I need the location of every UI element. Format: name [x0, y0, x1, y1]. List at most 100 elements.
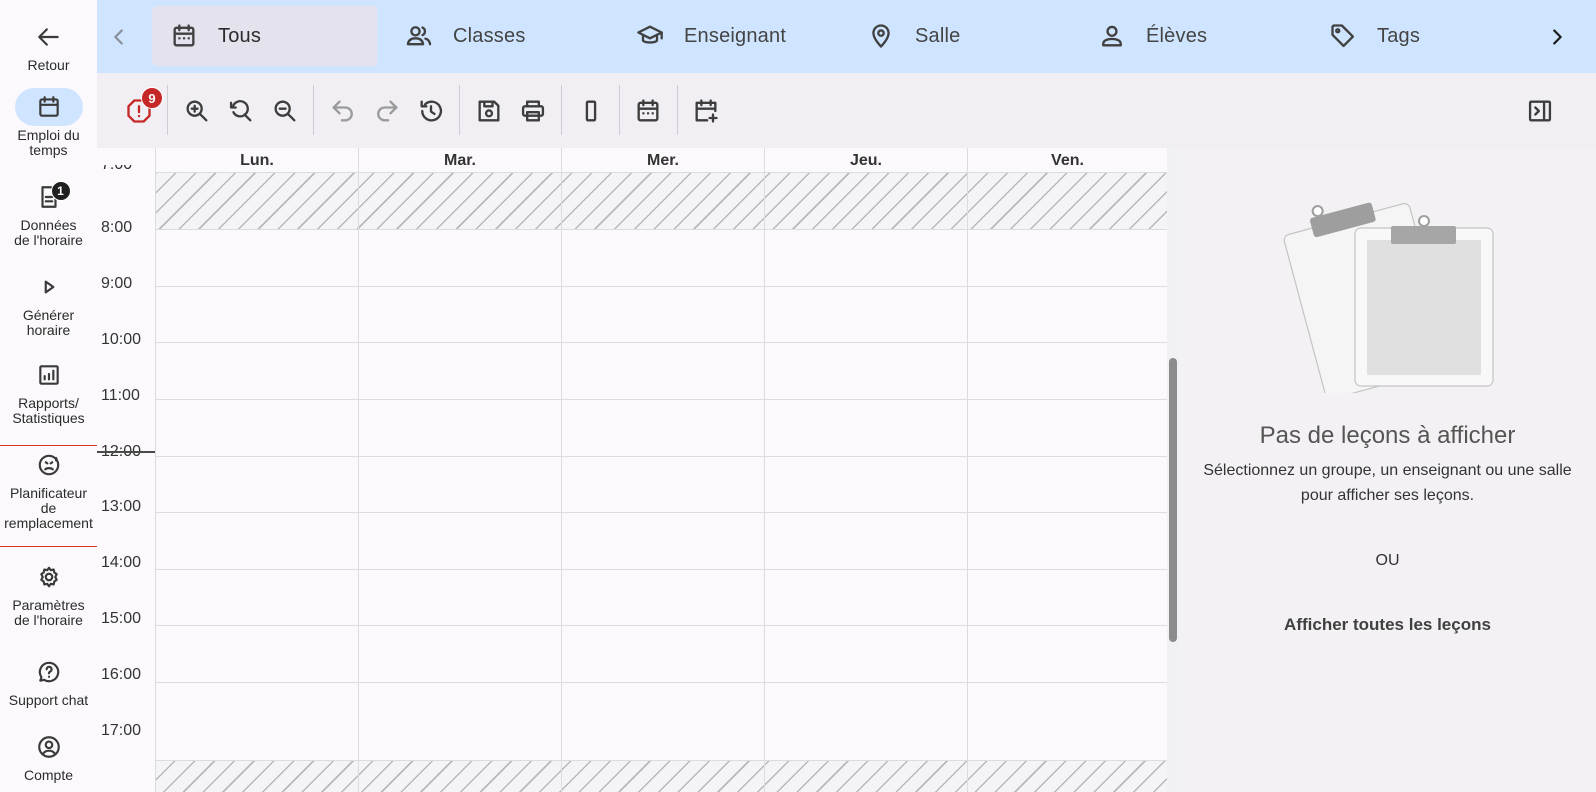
toolbar-divider — [561, 85, 562, 135]
redo-icon — [377, 100, 398, 122]
help-chat-icon — [15, 653, 83, 691]
calendar-icon — [173, 24, 195, 47]
calendar-scrollbar[interactable] — [1167, 148, 1179, 792]
week-view-button[interactable] — [628, 91, 668, 131]
zoom-out-icon — [274, 100, 296, 122]
navigation-rail: Retour Emploi du temps 1 Données de l'ho… — [0, 0, 98, 792]
day-view-button[interactable] — [571, 91, 611, 131]
day-column-mon[interactable] — [155, 173, 156, 792]
tab-room-label: Salle — [915, 24, 961, 47]
tab-classes-label: Classes — [453, 24, 526, 47]
tab-tags-label: Tags — [1377, 24, 1421, 47]
location-pin-icon — [872, 24, 890, 48]
tag-icon — [1331, 24, 1355, 48]
tab-classes[interactable]: Classes — [387, 6, 612, 66]
tab-tags[interactable]: Tags — [1311, 6, 1536, 66]
day-column-tue[interactable] — [358, 173, 359, 792]
calendar-grid[interactable] — [155, 173, 1167, 792]
hour-line — [155, 286, 1167, 287]
day-header-wed: Mer. — [561, 148, 764, 173]
hour-line — [155, 229, 1167, 230]
rail-settings[interactable]: Paramètres de l'horaire — [0, 558, 97, 628]
hour-line — [155, 342, 1167, 343]
hour-line — [155, 625, 1167, 626]
hour-line — [155, 512, 1167, 513]
rail-reports[interactable]: Rapports/ Statistiques — [0, 356, 97, 426]
rail-substitute-planner[interactable]: Planificateur de remplacement — [0, 445, 98, 547]
printer-icon — [521, 100, 545, 122]
lessons-side-panel: Pas de leçons à afficher Sélectionnez un… — [1179, 148, 1596, 792]
group-icon — [406, 26, 432, 46]
tab-teacher-label: Enseignant — [684, 24, 787, 47]
empty-state-description: Sélectionnez un groupe, un enseignant ou… — [1203, 462, 1572, 504]
rail-support-chat[interactable]: Support chat — [0, 653, 97, 708]
chevron-right-icon — [1553, 28, 1562, 45]
rail-generate[interactable]: Générer horaire — [0, 268, 97, 338]
tabs-scroll-right[interactable] — [1537, 0, 1577, 73]
rail-reports-label: Rapports/ Statistiques — [12, 395, 85, 426]
hour-label-7: 7:00 — [101, 165, 153, 173]
rail-back[interactable]: Retour — [0, 18, 97, 73]
empty-state-title: Pas de leçons à afficher — [1259, 422, 1516, 449]
history-icon — [420, 100, 443, 122]
day-column-fri[interactable] — [967, 173, 968, 792]
toolbar-divider — [167, 85, 168, 135]
tab-teacher[interactable]: Enseignant — [618, 6, 843, 66]
arrow-left-icon — [15, 18, 83, 56]
day-header-fri: Ven. — [967, 148, 1167, 173]
hour-label-10: 10:00 — [101, 331, 142, 348]
document-icon: 1 — [15, 178, 83, 216]
undo-button[interactable] — [323, 91, 363, 131]
hour-label-17: 17:00 — [101, 722, 142, 739]
rail-settings-label: Paramètres de l'horaire — [12, 597, 85, 628]
toolbar-divider — [313, 85, 314, 135]
redo-button[interactable] — [367, 91, 407, 131]
bar-chart-icon — [15, 356, 83, 394]
calendar-icon — [637, 99, 659, 122]
unavailable-morning-block — [155, 173, 1167, 229]
rail-generate-label: Générer horaire — [22, 307, 75, 338]
toolbar-divider — [459, 85, 460, 135]
print-button[interactable] — [513, 91, 553, 131]
tab-room[interactable]: Salle — [849, 6, 1074, 66]
toggle-side-panel-button[interactable] — [1520, 91, 1560, 131]
tab-students[interactable]: Élèves — [1080, 6, 1305, 66]
day-header-thu: Jeu. — [764, 148, 967, 173]
add-event-button[interactable] — [686, 91, 726, 131]
hour-label-16: 16:00 — [101, 666, 142, 683]
zoom-reset-button[interactable] — [221, 91, 261, 131]
day-header-tue: Mar. — [358, 148, 561, 173]
tabs-scroll-left[interactable] — [99, 0, 139, 73]
toolbar-divider — [619, 85, 620, 135]
hour-line — [155, 569, 1167, 570]
day-column-thu[interactable] — [764, 173, 765, 792]
side-panel-icon — [1528, 100, 1552, 122]
undo-icon — [332, 100, 353, 122]
conflicts-button[interactable]: 9 — [119, 87, 163, 131]
sad-face-icon — [15, 446, 83, 484]
save-button[interactable] — [469, 91, 509, 131]
show-all-lessons-button[interactable]: Afficher toutes les leçons — [1279, 610, 1496, 640]
tab-all[interactable]: Tous — [152, 6, 377, 66]
current-time-marker — [97, 451, 155, 453]
person-icon — [1102, 25, 1122, 47]
rail-timetable[interactable]: Emploi du temps — [0, 88, 97, 158]
zoom-in-button[interactable] — [177, 91, 217, 131]
rail-timetable-data[interactable]: 1 Données de l'horaire — [0, 178, 97, 248]
save-icon — [478, 100, 500, 122]
day-column-wed[interactable] — [561, 173, 562, 792]
chevron-left-icon — [114, 28, 123, 45]
play-icon — [15, 268, 83, 306]
hour-line — [155, 456, 1167, 457]
scrollbar-thumb[interactable] — [1169, 358, 1177, 642]
zoom-out-button[interactable] — [265, 91, 305, 131]
hour-label-11: 11:00 — [101, 387, 140, 404]
error-count-badge: 9 — [141, 87, 163, 109]
view-tabs: Tous Classes Enseignant Salle Élèves Tag… — [97, 0, 1596, 73]
history-button[interactable] — [411, 91, 451, 131]
tab-students-label: Élèves — [1146, 24, 1208, 47]
gear-icon — [15, 558, 83, 596]
or-separator: OU — [1375, 552, 1400, 569]
rail-account[interactable]: Compte — [0, 728, 97, 783]
hour-label-9: 9:00 — [101, 275, 133, 292]
